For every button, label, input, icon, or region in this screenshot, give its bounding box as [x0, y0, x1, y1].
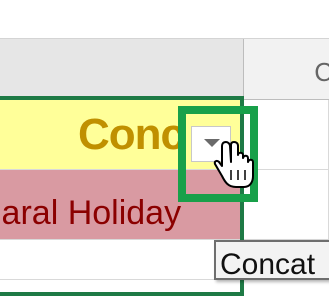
tooltip: Concat — [214, 240, 329, 281]
ribbon-area — [0, 0, 329, 39]
column-header-left[interactable] — [0, 39, 244, 100]
column-header-letter: C — [314, 57, 329, 87]
tooltip-text: Concat — [220, 248, 316, 281]
hand-pointer-icon — [213, 141, 254, 188]
column-header-right[interactable]: C — [244, 39, 329, 100]
